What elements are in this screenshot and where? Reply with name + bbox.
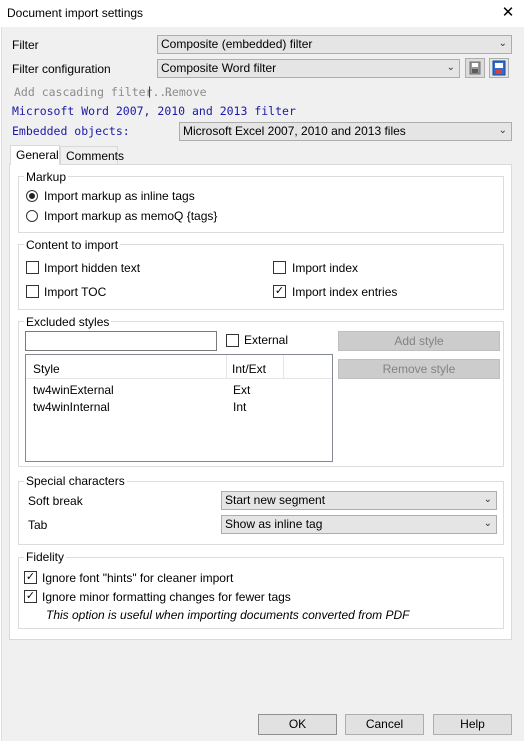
tab-setting-value: Show as inline tag [225,517,323,531]
checkmark-icon: ✓ [25,590,36,602]
ignore-minor-formatting-checkbox[interactable]: ✓ [24,590,37,603]
soft-break-label: Soft break [28,494,83,508]
ignore-minor-formatting-label: Ignore minor formatting changes for fewe… [42,590,291,604]
tab-setting-label: Tab [28,518,48,532]
style-name-input[interactable] [25,331,217,351]
embedded-objects-value: Microsoft Excel 2007, 2010 and 2013 file… [183,124,406,138]
chevron-down-icon: ⌄ [483,518,492,529]
remove-filter-link[interactable]: Remove [165,85,207,99]
import-toc-checkbox[interactable] [26,285,39,298]
fidelity-hint: This option is useful when importing doc… [46,608,410,622]
window-title: Document import settings [7,6,144,20]
special-characters-title: Special characters [24,474,127,488]
column-header-style[interactable]: Style [33,362,60,376]
import-toc-label: Import TOC [44,285,107,299]
filter-config-value: Composite Word filter [161,61,277,75]
list-header-divider [26,378,332,379]
external-checkbox[interactable] [226,334,239,347]
import-hidden-text-checkbox[interactable] [26,261,39,274]
ignore-font-hints-checkbox[interactable]: ✓ [24,571,37,584]
add-style-button[interactable]: Add style [338,331,500,351]
edit-config-icon [492,60,506,76]
save-config-button[interactable] [465,58,485,78]
excluded-styles-title: Excluded styles [24,315,112,329]
filter-label: Filter [12,38,39,52]
remove-style-button[interactable]: Remove style [338,359,500,379]
markup-inline-radio[interactable] [26,190,38,202]
soft-break-value: Start new segment [225,493,326,507]
markup-memoq-radio[interactable] [26,210,38,222]
checkmark-icon: ✓ [25,571,36,583]
chevron-down-icon: ⌄ [498,125,507,136]
tab-setting-dropdown[interactable]: Show as inline tag ⌄ [221,515,497,534]
table-row-type: Ext [233,383,251,397]
import-index-checkbox[interactable] [273,261,286,274]
save-icon [469,61,481,75]
embedded-objects-label: Embedded objects: [12,124,130,138]
ok-button[interactable]: OK [258,714,337,735]
filter-config-label: Filter configuration [12,62,111,76]
chevron-down-icon: ⌄ [483,494,492,505]
close-icon[interactable]: ✕ [498,3,518,23]
chevron-down-icon: ⌄ [498,38,507,49]
import-index-entries-checkbox[interactable]: ✓ [273,285,286,298]
cancel-button[interactable]: Cancel [345,714,424,735]
actions-separator: | [148,84,152,98]
table-row-type: Int [233,400,247,414]
tab-comments[interactable]: Comments [60,146,124,165]
import-index-entries-label: Import index entries [292,285,398,299]
content-group-title: Content to import [24,238,121,252]
markup-group-title: Markup [24,170,69,184]
markup-group [18,176,504,233]
filter-config-dropdown[interactable]: Composite Word filter ⌄ [157,59,460,78]
soft-break-dropdown[interactable]: Start new segment ⌄ [221,491,497,510]
import-index-label: Import index [292,261,359,275]
column-header-int-ext[interactable]: Int/Ext [232,362,266,376]
checkmark-icon: ✓ [274,285,285,297]
fidelity-title: Fidelity [24,550,67,564]
chevron-down-icon: ⌄ [446,62,455,73]
embedded-objects-dropdown[interactable]: Microsoft Excel 2007, 2010 and 2013 file… [179,122,512,141]
tab-general[interactable]: General [10,145,60,165]
table-row-style[interactable]: tw4winInternal [33,400,110,414]
edit-config-button[interactable] [489,58,509,78]
current-filter-name: Microsoft Word 2007, 2010 and 2013 filte… [12,104,296,118]
markup-memoq-label: Import markup as memoQ {tags} [44,209,218,223]
import-hidden-text-label: Import hidden text [44,261,141,275]
filter-dropdown[interactable]: Composite (embedded) filter ⌄ [157,35,512,54]
markup-inline-label: Import markup as inline tags [44,189,195,203]
column-divider [226,355,227,378]
help-button[interactable]: Help [433,714,512,735]
content-group [18,244,504,310]
ignore-font-hints-label: Ignore font "hints" for cleaner import [42,571,234,585]
table-row-style[interactable]: tw4winExternal [33,383,114,397]
external-label: External [244,333,289,347]
column-divider [283,355,284,378]
filter-dropdown-value: Composite (embedded) filter [161,37,313,51]
